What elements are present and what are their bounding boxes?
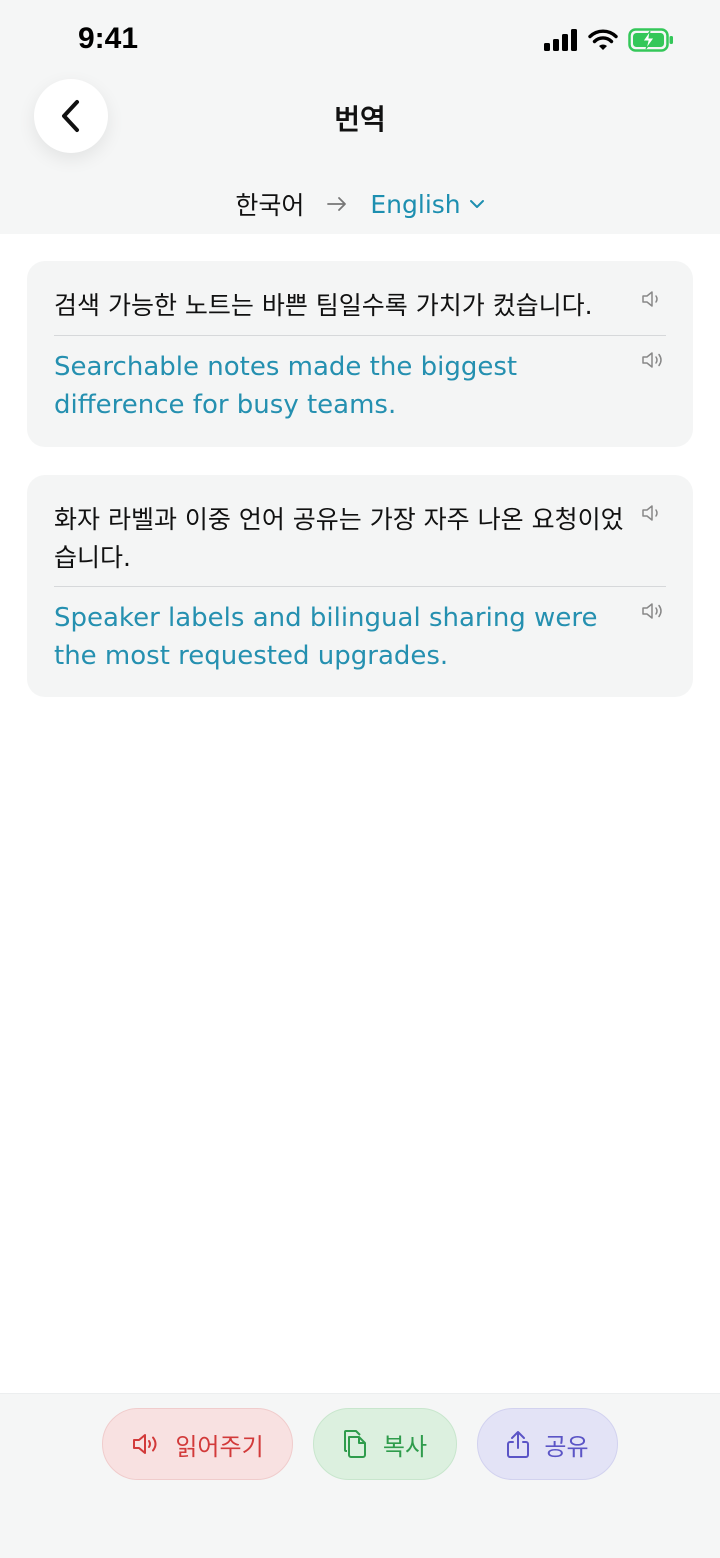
source-text: 검색 가능한 노트는 바쁜 팀일수록 가치가 컸습니다.: [54, 291, 593, 320]
speaker-icon: [133, 1434, 157, 1454]
read-aloud-label: 읽어주기: [175, 1432, 264, 1461]
divider: [54, 586, 666, 587]
source-text: 화자 라벨과 이중 언어 공유는 가장 자주 나온 요청이었습니다.: [54, 505, 624, 572]
wifi-icon: [588, 29, 618, 50]
target-language-dropdown[interactable]: English: [370, 190, 484, 219]
status-bar: 9:41: [0, 0, 720, 80]
battery-charging-icon: [628, 28, 673, 52]
translation-screen: 9:41 번역 한국어 English 검색 가능한 노트는 바쁜 팀일수록 가…: [0, 0, 720, 1558]
arrow-right-icon: [327, 197, 347, 211]
copy-icon: [343, 1430, 366, 1458]
header-area: 9:41 번역 한국어 English: [0, 0, 720, 234]
copy-button[interactable]: 복사: [313, 1408, 457, 1480]
translation-card: 화자 라벨과 이중 언어 공유는 가장 자주 나온 요청이었습니다. Speak…: [27, 475, 693, 697]
target-language-label: English: [370, 189, 461, 219]
share-label: 공유: [544, 1432, 589, 1461]
translated-text: Speaker labels and bilingual sharing wer…: [54, 603, 598, 671]
share-icon: [507, 1431, 530, 1458]
status-time: 9:41: [78, 22, 139, 55]
cellular-signal-icon: [544, 29, 577, 51]
source-language: 한국어: [235, 191, 305, 220]
divider: [54, 335, 666, 336]
page-title: 번역: [334, 103, 386, 136]
speaker-icon[interactable]: [641, 601, 665, 621]
chevron-down-icon: [469, 200, 484, 208]
bottom-action-bar: 읽어주기 복사 공유: [0, 1393, 720, 1558]
language-selector-row: 한국어 English: [0, 184, 720, 224]
copy-label: 복사: [382, 1432, 428, 1461]
speaker-icon[interactable]: [641, 503, 665, 523]
status-icons: [544, 28, 674, 52]
translated-text: Searchable notes made the biggest differ…: [54, 352, 518, 420]
translation-card: 검색 가능한 노트는 바쁜 팀일수록 가치가 컸습니다. Searchable …: [27, 261, 693, 447]
read-aloud-button[interactable]: 읽어주기: [102, 1408, 293, 1480]
speaker-icon[interactable]: [641, 350, 665, 370]
speaker-icon[interactable]: [641, 289, 665, 309]
share-button[interactable]: 공유: [477, 1408, 618, 1480]
